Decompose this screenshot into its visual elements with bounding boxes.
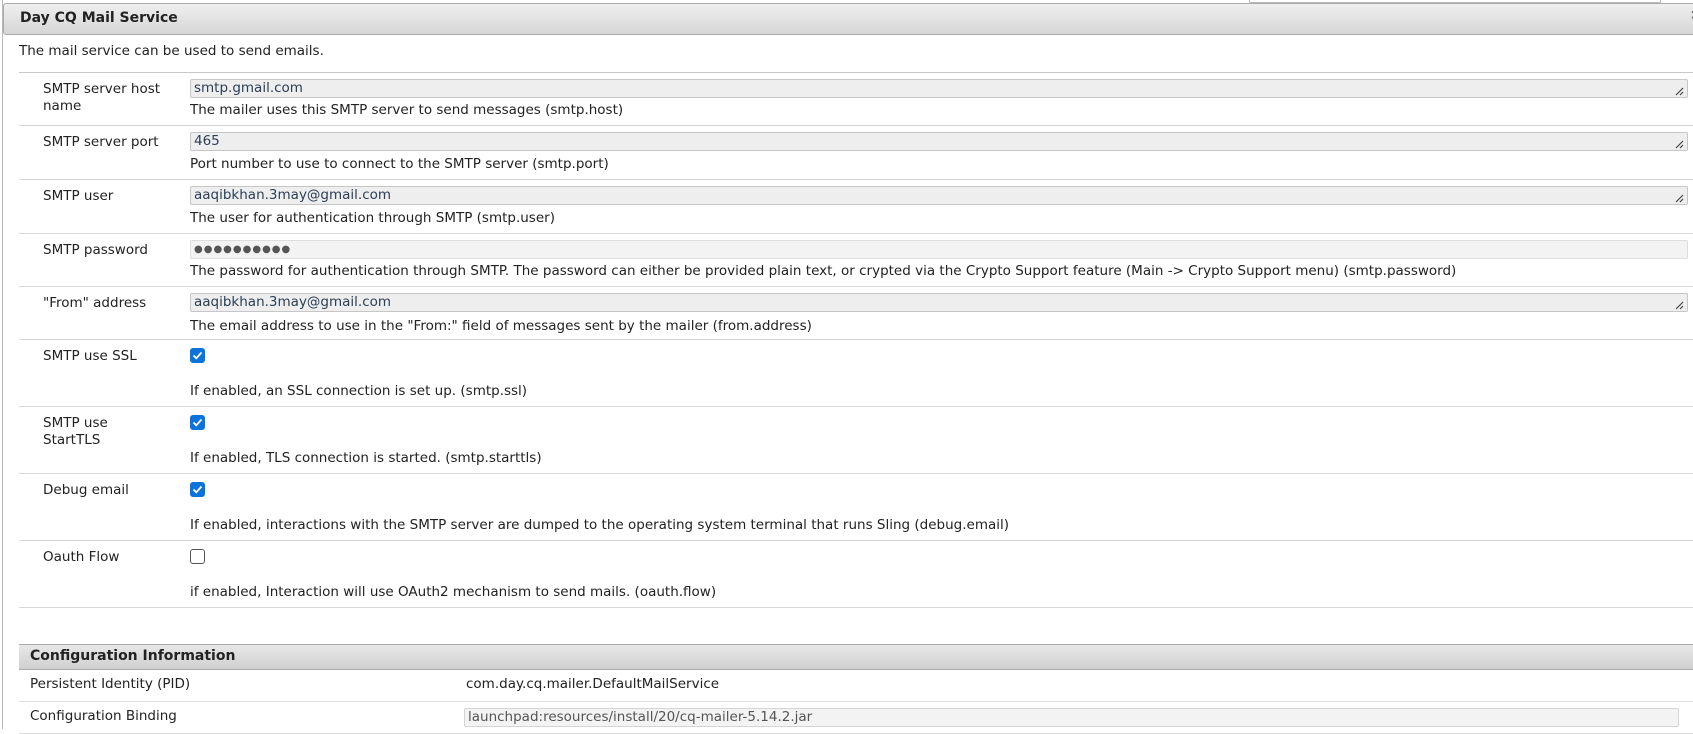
checkmark-icon xyxy=(192,485,203,494)
smtp-starttls-help: If enabled, TLS connection is started. (… xyxy=(190,450,542,466)
smtp-ssl-checkbox[interactable] xyxy=(190,348,205,363)
smtp-host-input[interactable]: smtp.gmail.com xyxy=(190,79,1688,98)
from-address-help: The email address to use in the "From:" … xyxy=(190,318,812,334)
smtp-port-value: 465 xyxy=(194,133,220,149)
configuration-information: Configuration Information Persistent Ide… xyxy=(19,644,1693,734)
config-form: SMTP server host name smtp.gmail.com The… xyxy=(19,72,1693,608)
smtp-host-value: smtp.gmail.com xyxy=(194,80,303,96)
row-smtp-port: SMTP server port 465 Port number to use … xyxy=(19,126,1693,180)
oauth-flow-help: if enabled, Interaction will use OAuth2 … xyxy=(190,584,717,600)
row-smtp-password: SMTP password ●●●●●●●●●● The password fo… xyxy=(19,234,1693,287)
dialog-title-bar[interactable]: Day CQ Mail Service × xyxy=(3,3,1693,35)
smtp-user-help: The user for authentication through SMTP… xyxy=(190,210,555,226)
row-smtp-host: SMTP server host name smtp.gmail.com The… xyxy=(19,73,1693,126)
row-oauth-flow: Oauth Flow if enabled, Interaction will … xyxy=(19,541,1693,608)
smtp-password-input[interactable]: ●●●●●●●●●● xyxy=(190,240,1688,259)
from-address-label: "From" address xyxy=(43,295,147,311)
smtp-host-label: SMTP server host name xyxy=(43,81,161,114)
resize-handle-icon[interactable] xyxy=(1674,86,1684,96)
smtp-user-input[interactable]: aaqibkhan.3may@gmail.com xyxy=(190,186,1688,205)
binding-label: Configuration Binding xyxy=(30,708,177,724)
smtp-ssl-help: If enabled, an SSL connection is set up.… xyxy=(190,383,528,399)
row-debug-email: Debug email If enabled, interactions wit… xyxy=(19,474,1693,541)
mail-service-dialog: Day CQ Mail Service × The mail service c… xyxy=(2,0,1693,734)
debug-email-checkbox[interactable] xyxy=(190,482,205,497)
smtp-starttls-label: SMTP use StartTLS xyxy=(43,415,108,448)
smtp-ssl-label: SMTP use SSL xyxy=(43,348,137,364)
oauth-flow-checkbox[interactable] xyxy=(190,549,205,564)
smtp-host-help: The mailer uses this SMTP server to send… xyxy=(190,102,624,118)
smtp-user-value: aaqibkhan.3may@gmail.com xyxy=(194,187,392,203)
resize-handle-icon[interactable] xyxy=(1674,300,1684,310)
pid-label: Persistent Identity (PID) xyxy=(30,676,191,692)
row-from-address: "From" address aaqibkhan.3may@gmail.com … xyxy=(19,287,1693,340)
checkmark-icon xyxy=(192,351,203,360)
configuration-information-header: Configuration Information xyxy=(19,644,1693,670)
pid-row: Persistent Identity (PID) com.day.cq.mai… xyxy=(19,670,1693,702)
smtp-starttls-checkbox[interactable] xyxy=(190,415,205,430)
pid-value: com.day.cq.mailer.DefaultMailService xyxy=(466,676,720,692)
configuration-information-heading: Configuration Information xyxy=(30,648,236,664)
row-smtp-starttls: SMTP use StartTLS If enabled, TLS connec… xyxy=(19,407,1693,474)
row-smtp-ssl: SMTP use SSL If enabled, an SSL connecti… xyxy=(19,340,1693,407)
smtp-port-help: Port number to use to connect to the SMT… xyxy=(190,156,609,172)
smtp-user-label: SMTP user xyxy=(43,188,114,204)
from-address-input[interactable]: aaqibkhan.3may@gmail.com xyxy=(190,293,1688,312)
resize-handle-icon[interactable] xyxy=(1674,193,1684,203)
dialog-title: Day CQ Mail Service xyxy=(20,10,178,26)
smtp-password-label: SMTP password xyxy=(43,242,148,258)
binding-row: Configuration Binding launchpad:resource… xyxy=(19,702,1693,734)
debug-email-help: If enabled, interactions with the SMTP s… xyxy=(190,517,1010,533)
resize-handle-icon[interactable] xyxy=(1674,139,1684,149)
checkmark-icon xyxy=(192,418,203,427)
smtp-port-input[interactable]: 465 xyxy=(190,132,1688,151)
row-smtp-user: SMTP user aaqibkhan.3may@gmail.com The u… xyxy=(19,180,1693,234)
smtp-password-help: The password for authentication through … xyxy=(190,263,1457,279)
oauth-flow-label: Oauth Flow xyxy=(43,549,120,565)
smtp-port-label: SMTP server port xyxy=(43,134,159,150)
service-description: The mail service can be used to send ema… xyxy=(19,43,324,59)
debug-email-label: Debug email xyxy=(43,482,129,498)
from-address-value: aaqibkhan.3may@gmail.com xyxy=(194,294,392,310)
binding-value-field[interactable]: launchpad:resources/install/20/cq-mailer… xyxy=(464,708,1679,727)
